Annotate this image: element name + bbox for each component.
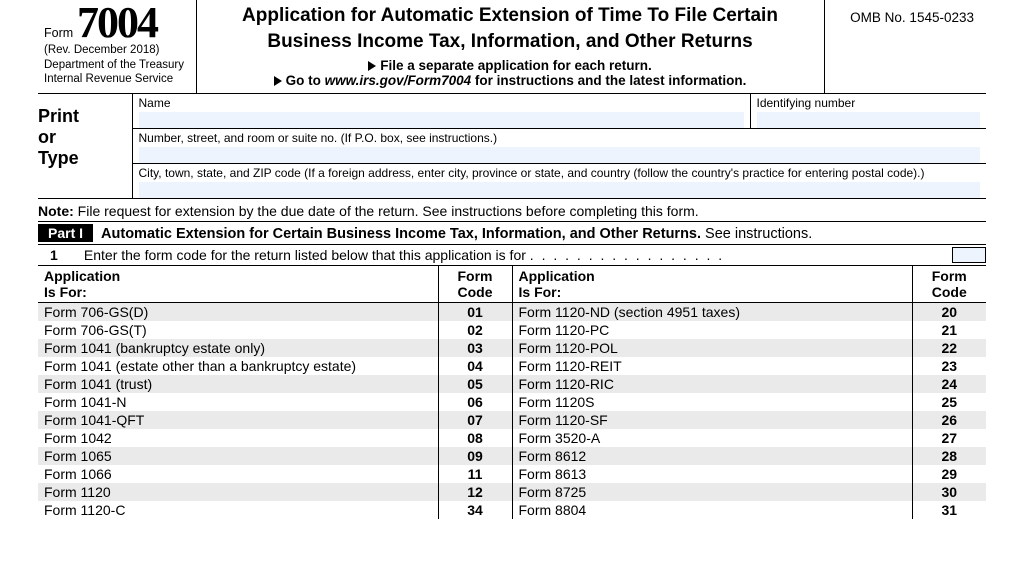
form-code-cell: 29 — [912, 465, 986, 483]
application-cell: Form 1041 (bankruptcy estate only) — [38, 339, 438, 357]
table-row: Form 104208Form 3520-A27 — [38, 429, 986, 447]
application-cell: Form 706-GS(T) — [38, 321, 438, 339]
line-1-text: Enter the form code for the return liste… — [84, 247, 526, 263]
col-header-code-right: Form Code — [912, 266, 986, 303]
table-row: Form 112012Form 872530 — [38, 483, 986, 501]
col-header-application-left: Application Is For: — [38, 266, 438, 303]
form-code-cell: 31 — [912, 501, 986, 519]
dept-treasury: Department of the Treasury — [44, 58, 190, 73]
print-or-type-label: Print or Type — [38, 94, 132, 199]
form-code-cell: 07 — [438, 411, 512, 429]
application-cell: Form 1120-REIT — [512, 357, 912, 375]
form-code-cell: 23 — [912, 357, 986, 375]
identifying-number-label: Identifying number — [757, 96, 856, 110]
form-code-cell: 27 — [912, 429, 986, 447]
city-label: City, town, state, and ZIP code (If a fo… — [139, 166, 925, 180]
table-row: Form 1041-QFT07Form 1120-SF26 — [38, 411, 986, 429]
table-row: Form 706-GS(D)01Form 1120-ND (section 49… — [38, 303, 986, 322]
table-row: Form 1041 (estate other than a bankruptc… — [38, 357, 986, 375]
form-code-cell: 03 — [438, 339, 512, 357]
name-field[interactable] — [139, 112, 744, 128]
form-code-cell: 25 — [912, 393, 986, 411]
form-title-line1: Application for Automatic Extension of T… — [203, 4, 818, 28]
application-cell: Form 1065 — [38, 447, 438, 465]
form-code-cell: 26 — [912, 411, 986, 429]
form-revision: (Rev. December 2018) — [44, 43, 190, 58]
table-row: Form 106611Form 861329 — [38, 465, 986, 483]
form-codes-table: Application Is For: Form Code Applicatio… — [38, 266, 986, 519]
form-header: Form 7004 (Rev. December 2018) Departmen… — [38, 0, 986, 94]
form-code-cell: 11 — [438, 465, 512, 483]
application-cell: Form 3520-A — [512, 429, 912, 447]
form-code-cell: 20 — [912, 303, 986, 322]
form-subtitle-2: Go to www.irs.gov/Form7004 for instructi… — [203, 73, 818, 88]
col-header-code-left: Form Code — [438, 266, 512, 303]
form-code-cell: 30 — [912, 483, 986, 501]
application-cell: Form 706-GS(D) — [38, 303, 438, 322]
application-cell: Form 8612 — [512, 447, 912, 465]
form-code-cell: 05 — [438, 375, 512, 393]
line-1-number: 1 — [38, 247, 80, 263]
form-code-cell: 06 — [438, 393, 512, 411]
form-code-cell: 21 — [912, 321, 986, 339]
city-field[interactable] — [139, 182, 981, 198]
application-cell: Form 8725 — [512, 483, 912, 501]
name-label: Name — [139, 96, 171, 110]
application-cell: Form 8804 — [512, 501, 912, 519]
dept-irs: Internal Revenue Service — [44, 72, 190, 87]
omb-number: OMB No. 1545-0233 — [850, 10, 974, 25]
application-cell: Form 1041 (estate other than a bankruptc… — [38, 357, 438, 375]
note-bold: Note: — [38, 203, 74, 219]
form-code-cell: 01 — [438, 303, 512, 322]
application-cell: Form 1120-PC — [512, 321, 912, 339]
line-1-code-input[interactable] — [952, 247, 986, 263]
part-1-heading: Part I Automatic Extension for Certain B… — [38, 222, 986, 245]
form-title-line2: Business Income Tax, Information, and Ot… — [203, 30, 818, 54]
application-cell: Form 1041-QFT — [38, 411, 438, 429]
form-word: Form — [44, 26, 73, 40]
line-1-leader-dots — [530, 247, 724, 263]
form-number: 7004 — [77, 0, 157, 47]
part-title-rest: See instructions. — [701, 226, 812, 242]
form-subtitle-1: File a separate application for each ret… — [203, 58, 818, 73]
street-field[interactable] — [139, 147, 981, 163]
form-code-cell: 02 — [438, 321, 512, 339]
note-line: Note: File request for extension by the … — [38, 199, 986, 222]
identification-block: Print or Type Name Identifying number Nu… — [38, 94, 986, 199]
application-cell: Form 1041-N — [38, 393, 438, 411]
application-cell: Form 1120-POL — [512, 339, 912, 357]
table-row: Form 106509Form 861228 — [38, 447, 986, 465]
application-cell: Form 8613 — [512, 465, 912, 483]
application-cell: Form 1041 (trust) — [38, 375, 438, 393]
line-1: 1 Enter the form code for the return lis… — [38, 245, 986, 266]
application-cell: Form 1120-SF — [512, 411, 912, 429]
form-code-cell: 09 — [438, 447, 512, 465]
form-code-cell: 08 — [438, 429, 512, 447]
form-code-cell: 12 — [438, 483, 512, 501]
form-code-cell: 04 — [438, 357, 512, 375]
application-cell: Form 1120S — [512, 393, 912, 411]
note-text: File request for extension by the due da… — [74, 203, 699, 219]
part-tab: Part I — [38, 224, 93, 242]
application-cell: Form 1066 — [38, 465, 438, 483]
form-code-cell: 22 — [912, 339, 986, 357]
form-code-cell: 34 — [438, 501, 512, 519]
table-row: Form 1041 (bankruptcy estate only)03Form… — [38, 339, 986, 357]
street-label: Number, street, and room or suite no. (I… — [139, 131, 498, 145]
table-row: Form 706-GS(T)02Form 1120-PC21 — [38, 321, 986, 339]
application-cell: Form 1120 — [38, 483, 438, 501]
table-row: Form 1041-N06Form 1120S25 — [38, 393, 986, 411]
identifying-number-field[interactable] — [757, 112, 981, 128]
part-title-bold: Automatic Extension for Certain Business… — [101, 226, 701, 242]
table-row: Form 1041 (trust)05Form 1120-RIC24 — [38, 375, 986, 393]
application-cell: Form 1120-C — [38, 501, 438, 519]
application-cell: Form 1042 — [38, 429, 438, 447]
table-row: Form 1120-C34Form 880431 — [38, 501, 986, 519]
form-code-cell: 28 — [912, 447, 986, 465]
application-cell: Form 1120-ND (section 4951 taxes) — [512, 303, 912, 322]
application-cell: Form 1120-RIC — [512, 375, 912, 393]
col-header-application-right: Application Is For: — [512, 266, 912, 303]
form-code-cell: 24 — [912, 375, 986, 393]
